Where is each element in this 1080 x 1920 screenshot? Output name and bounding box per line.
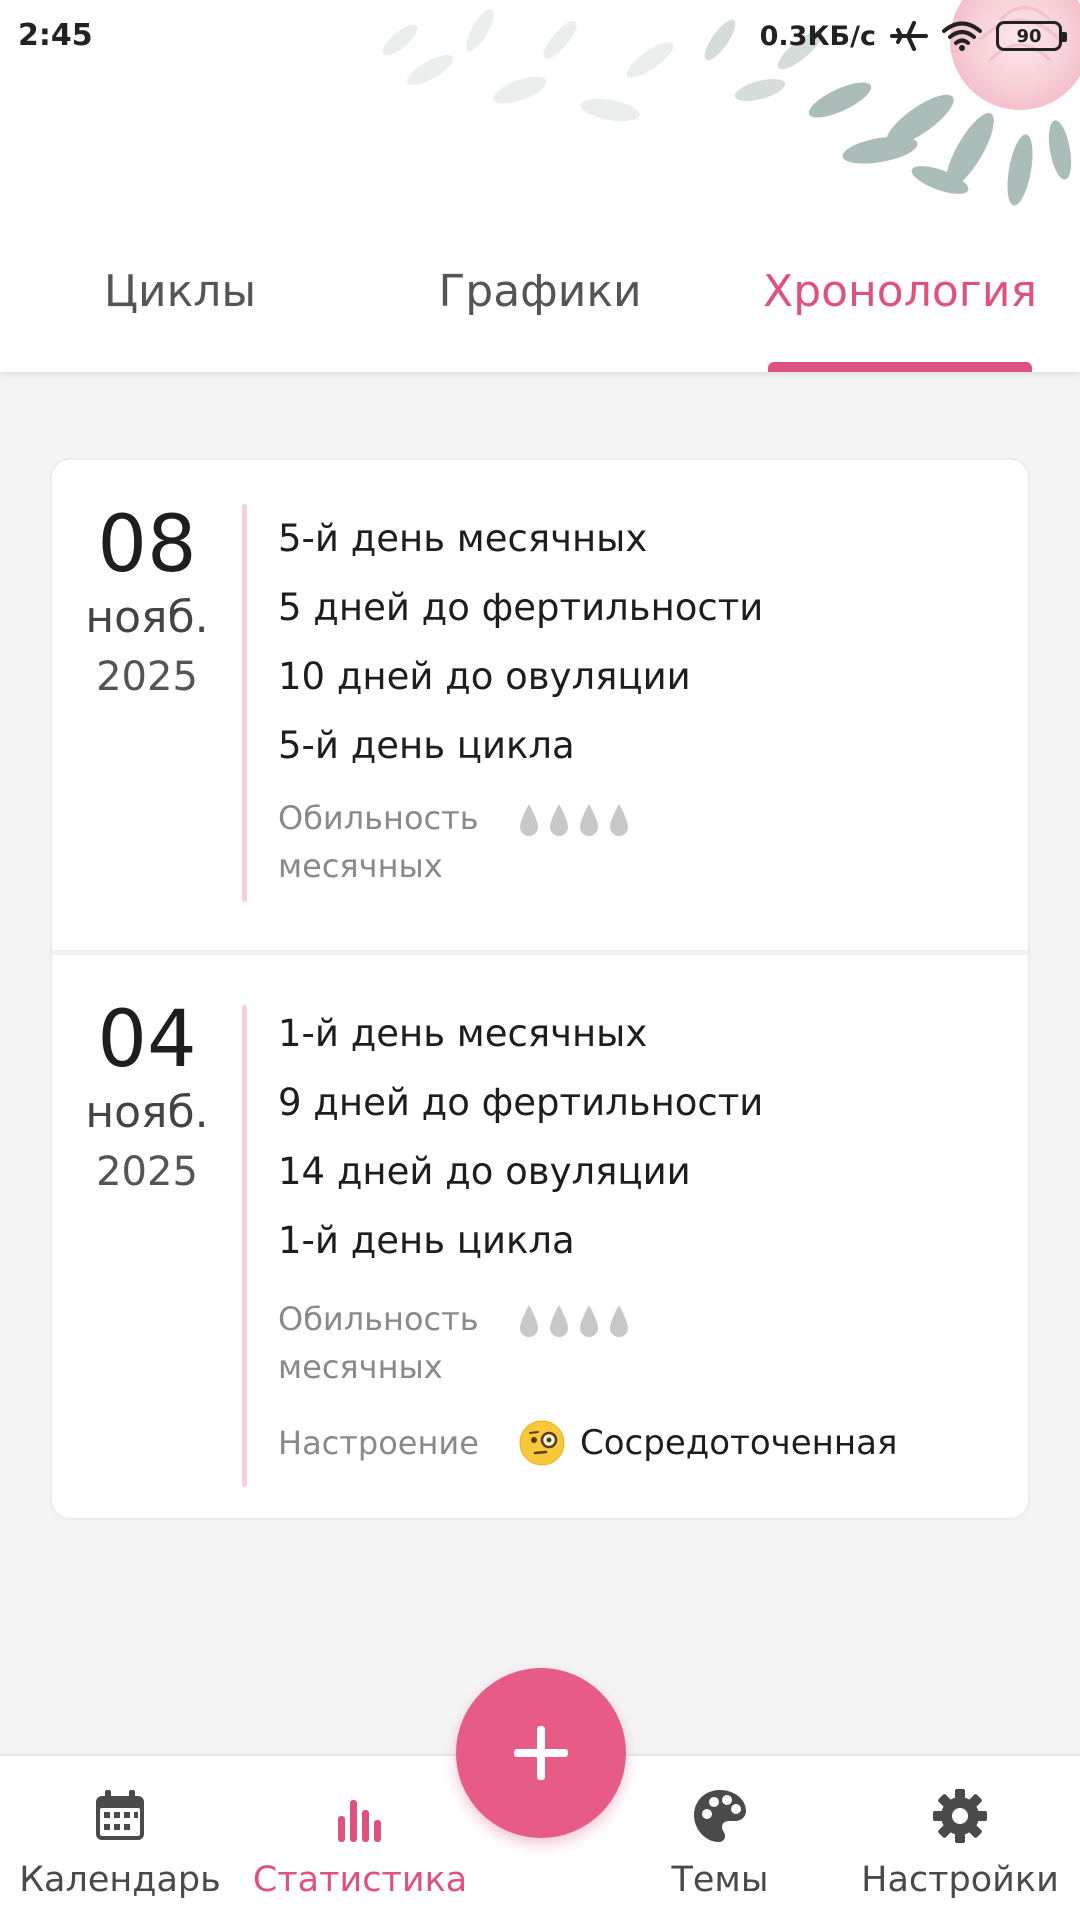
ovulation-countdown-info: 10 дней до овуляции <box>278 655 691 698</box>
tab-label: Графики <box>438 266 642 317</box>
entry-info: 5-й день месячных 5 дней до фертильности… <box>278 504 998 780</box>
status-bar: 2:45 0.3КБ/с 90 <box>0 0 1080 80</box>
flow-row: Обильность месячных <box>278 794 630 890</box>
tab-bar: Циклы Графики Хронология <box>0 250 1080 372</box>
add-entry-button[interactable] <box>456 1668 626 1838</box>
mood-value: Сосредоточенная <box>580 1423 898 1463</box>
flow-label: Обильность месячных <box>278 1300 479 1386</box>
tab-cycles[interactable]: Циклы <box>0 250 360 372</box>
nav-statistics[interactable]: Статистика <box>240 1756 480 1920</box>
battery-indicator: 90 <box>996 21 1067 51</box>
tab-timeline[interactable]: Хронология <box>720 250 1080 372</box>
nav-calendar[interactable]: Календарь <box>0 1756 240 1920</box>
wifi-icon <box>942 21 982 51</box>
flow-drops <box>518 794 630 838</box>
flow-drops <box>518 1295 630 1339</box>
fertility-countdown-info: 5 дней до фертильности <box>278 586 764 629</box>
entry-month: нояб. <box>85 592 209 643</box>
fertility-countdown-info: 9 дней до фертильности <box>278 1081 764 1124</box>
status-icons: 0.3КБ/с 90 <box>759 16 1067 56</box>
palette-icon <box>694 1790 746 1842</box>
gear-icon <box>933 1789 987 1843</box>
drop-icon <box>610 1305 628 1337</box>
period-day-info: 1-й день месячных <box>278 1012 648 1055</box>
entry-date: 08 нояб. 2025 <box>52 500 242 708</box>
entry-info: 1-й день месячных 9 дней до фертильности… <box>278 999 998 1275</box>
drop-icon <box>550 1305 568 1337</box>
drop-icon <box>550 804 568 836</box>
entry-date: 04 нояб. 2025 <box>52 995 242 1203</box>
battery-level: 90 <box>1016 25 1042 47</box>
ovulation-countdown-info: 14 дней до овуляции <box>278 1150 691 1193</box>
plus-icon <box>514 1726 568 1780</box>
timeline-card: 08 нояб. 2025 5-й день месячных 5 дней д… <box>50 458 1030 1520</box>
drop-icon <box>610 804 628 836</box>
mood-label: Настроение <box>278 1424 479 1462</box>
calendar-icon <box>96 1790 144 1840</box>
timeline-entry[interactable]: 08 нояб. 2025 5-й день месячных 5 дней д… <box>52 460 1028 950</box>
drop-icon <box>520 1305 538 1337</box>
nav-settings[interactable]: Настройки <box>840 1756 1080 1920</box>
airplane-icon <box>890 21 928 51</box>
timeline-line <box>242 1005 247 1487</box>
app-root: 2:45 0.3КБ/с 90 Циклы Графики Хронология… <box>0 0 1080 1920</box>
monocle-face-icon <box>519 1420 565 1466</box>
header: 2:45 0.3КБ/с 90 Циклы Графики Хронология <box>0 0 1080 372</box>
entry-month: нояб. <box>85 1087 209 1138</box>
tab-charts[interactable]: Графики <box>360 250 720 372</box>
entry-year: 2025 <box>96 654 198 700</box>
flow-label: Обильность месячных <box>278 799 479 885</box>
drop-icon <box>580 804 598 836</box>
bar-chart-icon <box>338 1800 381 1842</box>
network-speed: 0.3КБ/с <box>759 20 876 52</box>
tab-label: Хронология <box>763 266 1037 317</box>
mood-row: Настроение Сосредоточенная <box>278 1419 897 1467</box>
entry-day: 08 <box>97 500 197 590</box>
nav-label: Настройки <box>861 1860 1059 1900</box>
period-day-info: 5-й день месячных <box>278 517 648 560</box>
active-tab-indicator <box>768 362 1032 372</box>
tab-label: Циклы <box>103 266 257 317</box>
entry-year: 2025 <box>96 1149 198 1195</box>
drop-icon <box>520 804 538 836</box>
nav-themes[interactable]: Темы <box>600 1756 840 1920</box>
cycle-day-info: 5-й день цикла <box>278 724 575 767</box>
nav-label: Календарь <box>19 1860 221 1900</box>
entry-day: 04 <box>97 995 197 1085</box>
cycle-day-info: 1-й день цикла <box>278 1219 575 1262</box>
status-time: 2:45 <box>18 18 93 53</box>
nav-label: Статистика <box>252 1860 468 1900</box>
drop-icon <box>580 1305 598 1337</box>
timeline-entry[interactable]: 04 нояб. 2025 1-й день месячных 9 дней д… <box>52 950 1028 1518</box>
flow-row: Обильность месячных <box>278 1295 630 1391</box>
timeline-line <box>242 504 247 902</box>
nav-label: Темы <box>671 1860 769 1900</box>
